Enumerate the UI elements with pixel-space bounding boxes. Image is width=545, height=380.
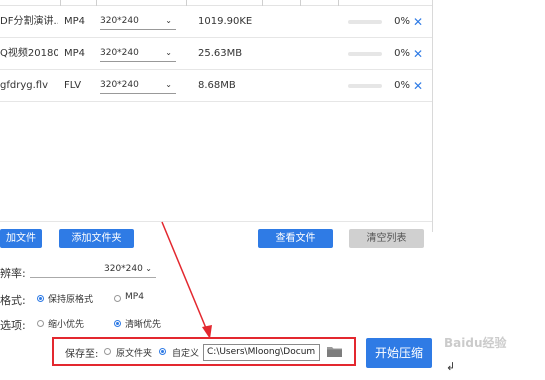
file-name: gfdryg.flv: [0, 80, 48, 91]
resolution-select[interactable]: 320*240 ⌄: [100, 44, 176, 62]
progress-bar: [348, 52, 382, 56]
priority-option-label: 缩小优先: [48, 320, 85, 330]
progress-percent: 0%: [394, 48, 410, 59]
progress-percent: 0%: [394, 16, 410, 27]
format-keep-radio[interactable]: [37, 295, 44, 302]
priority-option-label: 清晰优先: [125, 320, 162, 330]
resolution-value: 320*240: [100, 16, 139, 26]
progress-bar: [348, 84, 382, 88]
priority-small-radio[interactable]: [37, 320, 44, 327]
priority-label: 选项:: [0, 319, 26, 332]
panel-border: [432, 0, 433, 232]
chevron-down-icon: ⌄: [165, 80, 172, 89]
resolution-select[interactable]: 320*240 ⌄: [30, 264, 156, 278]
file-size: 8.68MB: [198, 80, 236, 91]
save-custom-radio[interactable]: [159, 348, 166, 355]
close-icon[interactable]: ✕: [413, 38, 425, 70]
save-option-label: 自定义: [172, 349, 200, 359]
file-format: MP4: [64, 16, 86, 27]
resolution-label: 辨率:: [0, 267, 26, 280]
save-path-input[interactable]: C:\Users\Mloong\Docum: [203, 344, 320, 361]
resolution-value: 320*240: [100, 80, 139, 90]
format-mp4-radio[interactable]: [114, 295, 121, 302]
file-name: DF分割演讲...: [0, 16, 58, 27]
file-format: MP4: [64, 48, 86, 59]
format-option-label: 保持原格式: [48, 295, 94, 305]
clear-list-button[interactable]: 清空列表: [349, 229, 424, 248]
chevron-down-icon: ⌄: [145, 264, 152, 273]
close-icon[interactable]: ✕: [413, 70, 425, 102]
compressor-window: DF分割演讲... MP4 320*240 ⌄ 1019.90KE 0% ✕ Q视…: [0, 0, 545, 380]
folder-icon[interactable]: [327, 346, 342, 357]
file-size: 1019.90KE: [198, 16, 253, 27]
watermark: Baidu经验: [444, 336, 507, 350]
table-row[interactable]: Q视频20180... MP4 320*240 ⌄ 25.63MB 0% ✕: [0, 38, 432, 70]
format-option-label: MP4: [125, 292, 144, 302]
table-row[interactable]: gfdryg.flv FLV 320*240 ⌄ 8.68MB 0% ✕: [0, 70, 432, 102]
file-format: FLV: [64, 80, 82, 91]
format-label: 格式:: [0, 294, 26, 307]
file-size: 25.63MB: [198, 48, 243, 59]
resolution-select[interactable]: 320*240 ⌄: [100, 12, 176, 30]
resolution-select[interactable]: 320*240 ⌄: [100, 76, 176, 94]
priority-clear-radio[interactable]: [114, 320, 121, 327]
close-icon[interactable]: ✕: [413, 6, 425, 38]
divider: [0, 221, 432, 222]
chevron-down-icon: ⌄: [165, 16, 172, 25]
file-name: Q视频20180...: [0, 48, 58, 59]
save-label: 保存至:: [65, 349, 99, 360]
resolution-value: 320*240: [104, 264, 143, 274]
start-compress-button[interactable]: 开始压缩: [366, 338, 432, 368]
add-folder-button[interactable]: 添加文件夹: [59, 229, 134, 248]
save-option-label: 原文件夹: [116, 349, 153, 359]
progress-bar: [348, 20, 382, 24]
cursor-icon: ↲: [446, 360, 456, 373]
table-row[interactable]: DF分割演讲... MP4 320*240 ⌄ 1019.90KE 0% ✕: [0, 6, 432, 38]
add-file-button[interactable]: 加文件: [0, 229, 42, 248]
view-file-button[interactable]: 查看文件: [258, 229, 333, 248]
resolution-value: 320*240: [100, 48, 139, 58]
save-original-folder-radio[interactable]: [104, 348, 111, 355]
progress-percent: 0%: [394, 80, 410, 91]
chevron-down-icon: ⌄: [165, 48, 172, 57]
